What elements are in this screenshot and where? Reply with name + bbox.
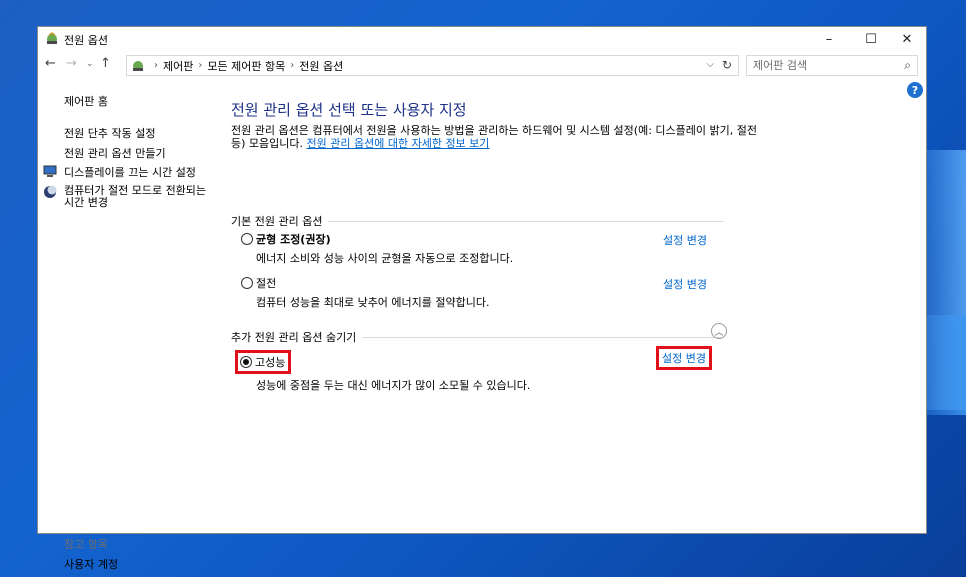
divider xyxy=(362,336,724,338)
control-panel-icon xyxy=(133,60,143,71)
window-title: 전원 옵션 xyxy=(64,34,108,47)
display-monitor-icon xyxy=(43,165,57,177)
saver-radio[interactable] xyxy=(241,277,253,289)
refresh-icon[interactable]: ↻ xyxy=(722,58,732,72)
power-options-icon xyxy=(47,32,57,44)
high-plan-name[interactable]: 고성능 xyxy=(255,354,285,370)
breadcrumb-separator: › xyxy=(198,60,203,71)
page-description: 전원 관리 옵션은 컴퓨터에서 전원을 사용하는 방법을 관리하는 하드웨어 및… xyxy=(231,124,766,150)
extra-plans-header: 추가 전원 관리 옵션 숨기기 xyxy=(231,329,724,345)
more-info-link[interactable]: 전원 관리 옵션에 대한 자세한 정보 보기 xyxy=(307,137,490,150)
high-plan-desc: 성능에 중점을 두는 대신 에너지가 많이 소모될 수 있습니다. xyxy=(256,379,531,392)
plan-balanced: 균형 조정(권장) 에너지 소비와 성능 사이의 균형을 자동으로 조정합니다. xyxy=(241,231,711,266)
extra-plans-label[interactable]: 추가 전원 관리 옵션 숨기기 xyxy=(231,329,356,345)
high-change-settings-link[interactable]: 설정 변경 xyxy=(656,346,712,370)
forward-arrow-icon[interactable]: → xyxy=(66,56,77,71)
back-arrow-icon[interactable]: ← xyxy=(45,56,56,71)
sidebar-item-sleep-time[interactable]: 컴퓨터가 절전 모드로 전환되는 시간 변경 xyxy=(64,185,214,209)
page-title: 전원 관리 옵션 선택 또는 사용자 지정 xyxy=(231,101,467,119)
see-also-heading: 참고 항목 xyxy=(64,538,108,551)
close-button[interactable]: ✕ xyxy=(886,27,928,51)
saver-plan-name[interactable]: 절전 xyxy=(256,275,276,291)
up-arrow-icon[interactable]: ↑ xyxy=(100,56,111,71)
search-icon[interactable]: ⌕ xyxy=(904,58,911,73)
basic-plans-header: 기본 전원 관리 옵션 xyxy=(231,213,724,229)
balanced-plan-name[interactable]: 균형 조정(권장) xyxy=(256,231,331,247)
divider xyxy=(328,220,724,222)
recent-locations-chevron-icon[interactable]: ⌄ xyxy=(86,59,94,69)
address-bar[interactable]: › 제어판 › 모든 제어판 항목 › 전원 옵션 ⌵ ↻ xyxy=(126,55,739,76)
breadcrumb-all-items[interactable]: 모든 제어판 항목 xyxy=(207,58,285,74)
sidebar-item-display-off[interactable]: 디스플레이를 끄는 시간 설정 xyxy=(64,164,196,180)
power-options-window: 전원 옵션 – ☐ ✕ ← → ⌄ ↑ › 제어판 › 모든 제어판 항목 › … xyxy=(37,26,927,571)
plan-power-saver: 절전 컴퓨터 성능을 최대로 낮추어 에너지를 절약합니다. xyxy=(241,275,711,310)
collapse-chevron-icon[interactable]: ︿ xyxy=(711,323,727,339)
balanced-plan-desc: 에너지 소비와 성능 사이의 균형을 자동으로 조정합니다. xyxy=(256,252,514,265)
basic-plans-label: 기본 전원 관리 옵션 xyxy=(231,215,323,228)
breadcrumb-power-options[interactable]: 전원 옵션 xyxy=(299,58,343,74)
balanced-change-settings-link[interactable]: 설정 변경 xyxy=(663,232,707,248)
high-performance-radio[interactable] xyxy=(240,356,252,368)
help-icon[interactable]: ? xyxy=(907,82,923,98)
saver-change-settings-link[interactable]: 설정 변경 xyxy=(663,276,707,292)
breadcrumb-separator: › xyxy=(290,60,295,71)
address-dropdown-chevron-icon[interactable]: ⌵ xyxy=(706,59,714,70)
sleep-moon-icon xyxy=(44,185,57,198)
search-box[interactable]: ⌕ xyxy=(746,55,918,76)
sidebar-item-create-plan[interactable]: 전원 관리 옵션 만들기 xyxy=(64,145,166,161)
high-performance-highlight: 고성능 xyxy=(235,350,292,374)
plan-high-performance: 고성능 성능에 중점을 두는 대신 에너지가 많이 소모될 수 있습니다. xyxy=(235,350,711,393)
sidebar-item-power-button[interactable]: 전원 단추 작동 설정 xyxy=(64,125,155,141)
navigation-bar: ← → ⌄ ↑ › 제어판 › 모든 제어판 항목 › 전원 옵션 ⌵ ↻ ⌕ xyxy=(38,51,926,79)
see-also-user-accounts-link[interactable]: 사용자 계정 xyxy=(64,556,118,572)
search-input[interactable] xyxy=(753,59,893,72)
minimize-button[interactable]: – xyxy=(808,27,850,51)
balanced-radio[interactable] xyxy=(241,233,253,245)
sidebar-item-control-panel-home[interactable]: 제어판 홈 xyxy=(64,93,108,109)
title-bar: 전원 옵션 – ☐ ✕ xyxy=(38,27,926,51)
breadcrumb-control-panel[interactable]: 제어판 xyxy=(163,58,193,74)
saver-plan-desc: 컴퓨터 성능을 최대로 낮추어 에너지를 절약합니다. xyxy=(256,296,490,309)
breadcrumb-separator: › xyxy=(154,60,158,71)
